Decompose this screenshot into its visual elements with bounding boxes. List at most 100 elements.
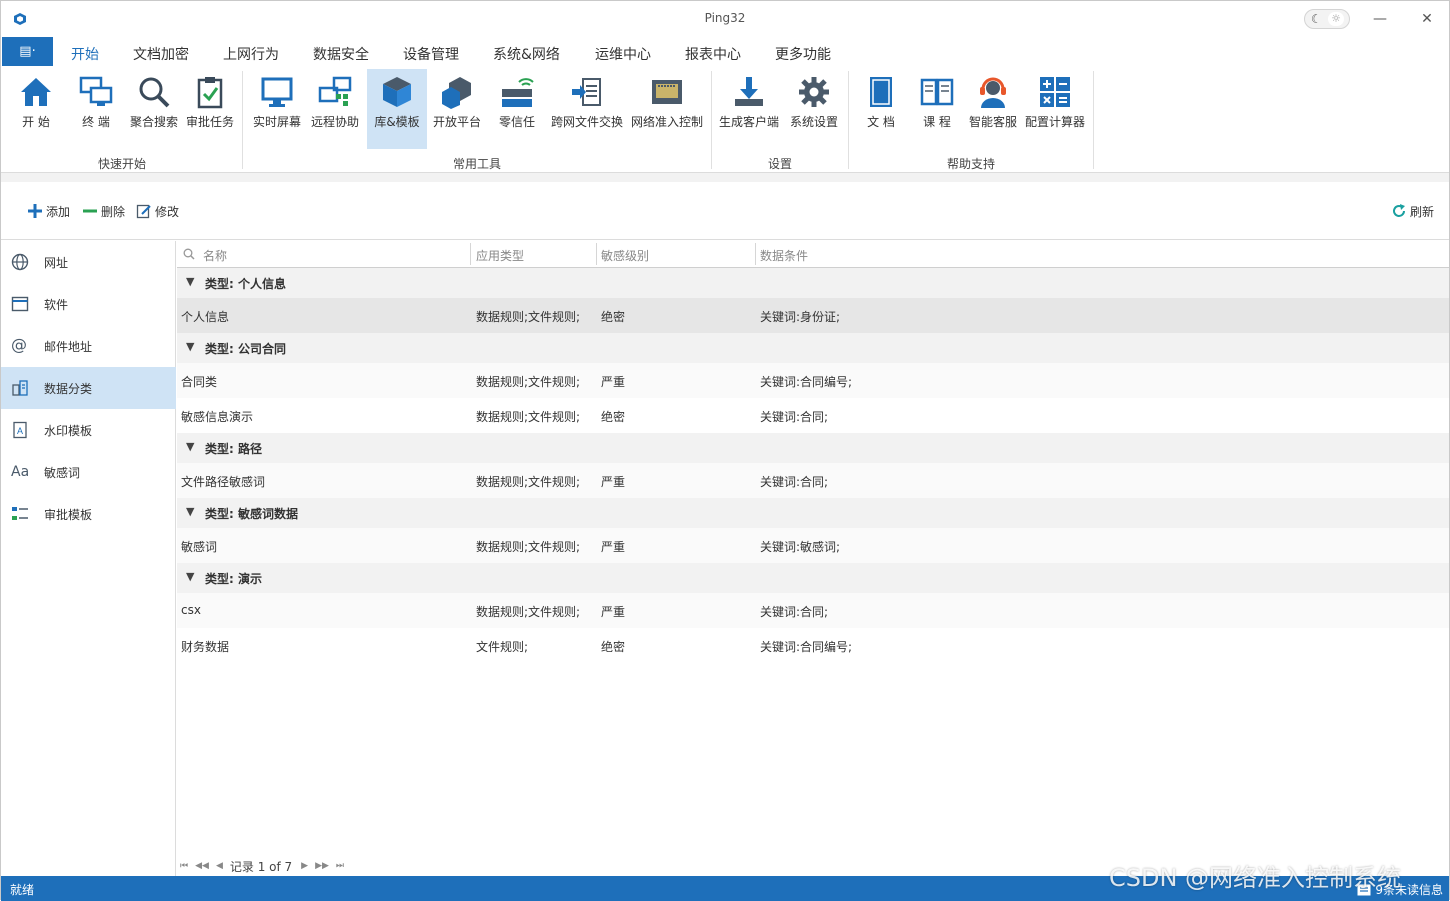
group-label-quick-start: 快速开始 (97, 157, 146, 171)
last-page-icon[interactable]: ⏭ (336, 861, 344, 871)
group-label-common-tools: 常用工具 (452, 157, 501, 171)
ribbon-system-settings[interactable]: 系统设置 (784, 69, 844, 149)
ribbon-terminal[interactable]: 终 端 (66, 69, 126, 149)
minimize-button[interactable]: — (1365, 9, 1395, 29)
remote-desktop-icon (318, 76, 352, 106)
nav-item-software[interactable]: 软件 (1, 283, 176, 325)
ribbon-documents[interactable]: 文 档 (851, 69, 911, 149)
nav-item-url[interactable]: 网址 (1, 241, 176, 283)
nav-item-data-classification[interactable]: 数据分类 (1, 367, 176, 409)
prev-page-icon[interactable]: ◀ (216, 861, 223, 871)
table-row[interactable]: 合同类 数据规则;文件规则; 严重 关键词:合同编号; (177, 363, 1449, 398)
group-row[interactable]: ▼ 类型: 个人信息 (177, 268, 1449, 298)
table-row[interactable]: 文件路径敏感词 数据规则;文件规则; 严重 关键词:合同; (177, 463, 1449, 498)
refresh-button[interactable]: 刷新 (1391, 202, 1434, 220)
chevron-down-icon[interactable]: ▼ (186, 275, 194, 288)
column-header-condition[interactable]: 数据条件 (760, 247, 808, 264)
column-header-app-type[interactable]: 应用类型 (476, 247, 524, 264)
column-header-level[interactable]: 敏感级别 (601, 247, 649, 264)
tab-ops-center[interactable]: 运维中心 (595, 44, 651, 64)
tab-device-management[interactable]: 设备管理 (403, 44, 459, 64)
ribbon-generate-client[interactable]: 生成客户端 (719, 69, 779, 149)
ribbon-start[interactable]: 开 始 (6, 69, 66, 149)
minus-icon (83, 209, 97, 213)
cell-condition: 关键词:合同; (760, 475, 829, 489)
column-divider[interactable] (470, 243, 471, 265)
table-row[interactable]: 财务数据 文件规则; 绝密 关键词:合同编号; (177, 628, 1449, 663)
table-row[interactable]: 敏感信息演示 数据规则;文件规则; 绝密 关键词:合同; (177, 398, 1449, 433)
title-bar: Ping32 ☾ ☼ — ✕ (1, 1, 1449, 37)
refresh-icon (1393, 204, 1405, 217)
network-port-icon (652, 80, 682, 104)
nav-item-approval-template[interactable]: 审批模板 (1, 493, 176, 535)
tab-doc-encryption[interactable]: 文档加密 (133, 44, 189, 64)
tab-data-security[interactable]: 数据安全 (313, 44, 369, 64)
tab-more-features[interactable]: 更多功能 (775, 44, 831, 64)
nav-label: 网址 (44, 255, 69, 270)
tab-web-behavior[interactable]: 上网行为 (223, 44, 279, 64)
add-label: 添加 (46, 204, 71, 219)
cell-name: 财务数据 (181, 640, 230, 654)
ribbon-courses[interactable]: 课 程 (907, 69, 967, 149)
toolbar: 添加 删除 修改 刷新 (1, 182, 1449, 240)
group-label-help: 帮助支持 (946, 157, 995, 171)
column-header-name[interactable]: 名称 (203, 247, 227, 264)
group-row[interactable]: ▼ 类型: 演示 (177, 563, 1449, 593)
ribbon-ai-support[interactable]: 智能客服 (963, 69, 1023, 149)
tab-system-network[interactable]: 系统&网络 (493, 44, 560, 64)
add-button[interactable]: 添加 (27, 202, 70, 220)
ribbon-cross-network-file-exchange[interactable]: 跨网文件交换 (551, 69, 623, 149)
group-row[interactable]: ▼ 类型: 公司合同 (177, 333, 1449, 363)
next-page-icon[interactable]: ▶ (301, 861, 308, 871)
cell-condition: 关键词:合同; (760, 410, 829, 424)
table-row[interactable]: csx 数据规则;文件规则; 严重 关键词:合同; (177, 593, 1449, 628)
ribbon-library-templates[interactable]: 库&模板 (367, 69, 427, 149)
chevron-down-icon[interactable]: ▼ (186, 440, 194, 453)
window-title: Ping32 (704, 11, 746, 25)
pager: ⏮ ◀◀ ◀ 记录 1 of 7 ▶ ▶▶ ⏭ (180, 857, 351, 875)
group-row[interactable]: ▼ 类型: 路径 (177, 433, 1449, 463)
hexagon-blocks-icon (442, 77, 471, 109)
theme-toggle[interactable]: ☾ ☼ (1304, 9, 1350, 29)
column-divider[interactable] (596, 243, 597, 265)
ribbon-approval-tasks[interactable]: 审批任务 (180, 69, 240, 149)
ribbon-label: 配置计算器 (1024, 115, 1085, 129)
delete-button[interactable]: 删除 (82, 202, 125, 220)
file-menu-button[interactable]: ▤· (2, 37, 53, 66)
close-button[interactable]: ✕ (1412, 9, 1442, 29)
group-label: 类型: 演示 (205, 572, 262, 586)
globe-icon (11, 253, 29, 271)
tab-report-center[interactable]: 报表中心 (685, 44, 741, 64)
ribbon-config-calculator[interactable]: 配置计算器 (1025, 69, 1085, 149)
calculator-icon (1040, 77, 1070, 107)
chevron-down-icon[interactable]: ▼ (186, 570, 194, 583)
nav-label: 水印模板 (44, 423, 93, 438)
first-page-icon[interactable]: ⏮ (180, 861, 188, 871)
ribbon-open-platform[interactable]: 开放平台 (427, 69, 487, 149)
ribbon-zero-trust[interactable]: 零信任 (487, 69, 547, 149)
window-icon (11, 296, 29, 312)
sun-icon: ☼ (1328, 12, 1344, 26)
edit-button[interactable]: 修改 (136, 202, 179, 220)
left-nav: 网址 软件 @ 邮件地址 数据分类 A 水印模板 Aa 敏感词 审批模板 (1, 241, 176, 876)
next-group-icon[interactable]: ▶▶ (315, 861, 329, 871)
ribbon-aggregate-search[interactable]: 聚合搜索 (124, 69, 184, 149)
prev-group-icon[interactable]: ◀◀ (195, 861, 209, 871)
headset-agent-icon (980, 77, 1006, 108)
ribbon-remote-assist[interactable]: 远程协助 (305, 69, 365, 149)
nav-item-watermark-template[interactable]: A 水印模板 (1, 409, 176, 451)
table-row[interactable]: 敏感词 数据规则;文件规则; 严重 关键词:敏感词; (177, 528, 1449, 563)
nav-item-email[interactable]: @ 邮件地址 (1, 325, 176, 367)
ribbon-network-access-control[interactable]: 网络准入控制 (631, 69, 703, 149)
group-row[interactable]: ▼ 类型: 敏感词数据 (177, 498, 1449, 528)
group-label: 类型: 个人信息 (205, 277, 286, 291)
column-divider[interactable] (755, 243, 756, 265)
chevron-down-icon[interactable]: ▼ (186, 505, 194, 518)
chevron-down-icon[interactable]: ▼ (186, 340, 194, 353)
cell-level: 绝密 (601, 310, 626, 324)
ribbon-live-screen[interactable]: 实时屏幕 (247, 69, 307, 149)
table-row[interactable]: 个人信息 数据规则;文件规则; 绝密 关键词:身份证; (177, 298, 1449, 333)
open-book-icon (920, 78, 954, 106)
nav-item-sensitive-words[interactable]: Aa 敏感词 (1, 451, 176, 493)
tab-start[interactable]: 开始 (71, 44, 99, 70)
